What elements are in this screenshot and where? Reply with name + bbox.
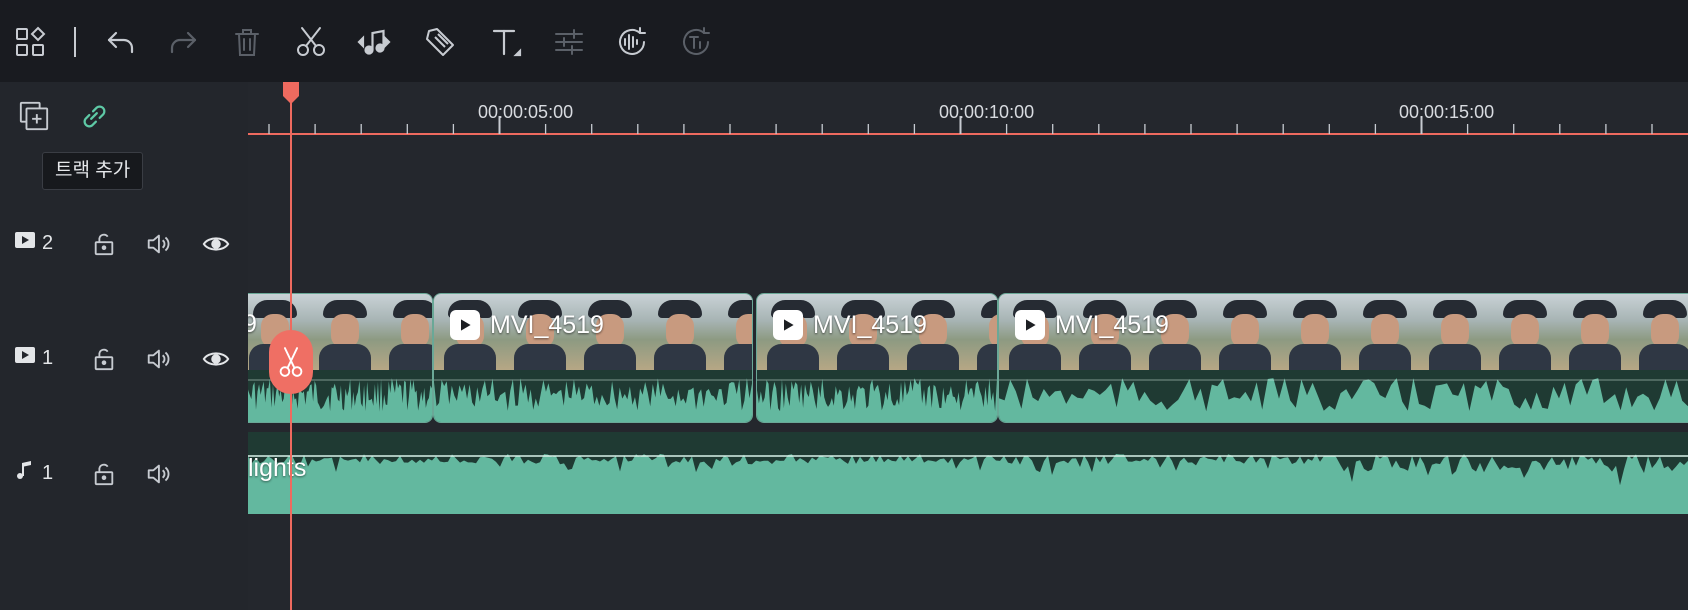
tag-marker-icon[interactable] <box>418 20 462 64</box>
speaker-icon[interactable] <box>143 459 173 489</box>
video-clip[interactable]: MVI_4519 <box>998 293 1688 423</box>
speaker-icon[interactable] <box>143 344 173 374</box>
speech-to-text-icon[interactable] <box>674 20 718 64</box>
clip-label-1: MVI_4519 <box>450 310 604 340</box>
track-row-audio-1: 1 <box>0 451 248 497</box>
clip-waveform <box>434 370 752 422</box>
audio-music-icon[interactable] <box>352 20 396 64</box>
clip-name: 9 <box>248 310 257 339</box>
lock-icon[interactable] <box>89 229 119 259</box>
clip-label-3: MVI_4519 <box>1015 310 1169 340</box>
clip-name: MVI_4519 <box>813 310 927 339</box>
track-row-video-2: 2 <box>0 221 248 267</box>
split-marker[interactable] <box>269 330 313 394</box>
grid-layout-icon[interactable] <box>8 20 52 64</box>
clip-thumbnail-frame <box>1419 294 1490 370</box>
timecode-label: 00:00:10:00 <box>939 102 1035 122</box>
undo-icon[interactable] <box>99 20 143 64</box>
audio-clip-name: lights <box>248 454 307 482</box>
clip-thumbnail-frame <box>1489 294 1560 370</box>
clip-thumbnail-frame <box>644 294 715 370</box>
audio-waveform <box>248 432 1688 514</box>
clip-thumbnail-frame <box>379 294 432 370</box>
clip-thumbnail-frame <box>1629 294 1688 370</box>
clip-thumbnail-frame <box>967 294 997 370</box>
link-icon[interactable] <box>74 96 114 136</box>
speaker-icon[interactable] <box>143 229 173 259</box>
eye-icon[interactable] <box>200 229 232 259</box>
clip-name: MVI_4519 <box>490 310 604 339</box>
audio-detect-icon[interactable] <box>610 20 654 64</box>
clip-thumbnail-frame <box>1209 294 1280 370</box>
toolbar <box>0 0 1688 83</box>
add-track-icon[interactable] <box>14 96 54 136</box>
play-icon <box>773 310 803 340</box>
track-id-video-1: 1 <box>14 344 53 372</box>
add-track-tooltip: 트랙 추가 <box>42 152 144 190</box>
audio-clip[interactable]: lights <box>248 432 1688 514</box>
clip-thumbnail-frame <box>309 294 380 370</box>
music-note-icon <box>14 459 36 487</box>
play-icon <box>1015 310 1045 340</box>
lock-icon[interactable] <box>89 344 119 374</box>
playhead-handle[interactable] <box>281 82 301 106</box>
eye-icon[interactable] <box>200 344 232 374</box>
track-number: 1 <box>42 461 54 484</box>
redo-icon[interactable] <box>161 20 205 64</box>
play-icon <box>450 310 480 340</box>
track-row-video-1: 1 <box>0 336 248 382</box>
toolbar-separator <box>74 27 76 57</box>
text-title-icon[interactable] <box>484 20 528 64</box>
adjust-sliders-icon[interactable] <box>547 20 591 64</box>
delete-icon[interactable] <box>225 20 269 64</box>
clip-thumbnail-frame <box>1349 294 1420 370</box>
lock-icon[interactable] <box>89 459 119 489</box>
clip-waveform <box>757 370 997 422</box>
track-id-video-2: 2 <box>14 229 53 257</box>
clip-label-2: MVI_4519 <box>773 310 927 340</box>
video-clip[interactable]: MVI_4519 <box>433 293 753 423</box>
timeline-area[interactable]: 00:00:05:00 00:00:10:00 00:00:15:00 9 MV… <box>248 82 1688 610</box>
time-ruler[interactable]: 00:00:05:00 00:00:10:00 00:00:15:00 <box>248 82 1688 146</box>
track-number: 2 <box>42 231 54 254</box>
timecode-label: 00:00:05:00 <box>478 102 574 122</box>
track-id-audio-1: 1 <box>14 459 53 487</box>
split-scissors-icon[interactable] <box>289 20 333 64</box>
clip-thumbnail-frame <box>714 294 752 370</box>
clip-waveform <box>999 370 1688 422</box>
video-track-icon <box>14 344 36 372</box>
clip-label-partial: 9 <box>248 310 257 339</box>
video-clip[interactable]: MVI_4519 <box>756 293 998 423</box>
clip-name: MVI_4519 <box>1055 310 1169 339</box>
track-number: 1 <box>42 346 54 369</box>
clip-thumbnail-frame <box>1559 294 1630 370</box>
clip-thumbnail-frame <box>1279 294 1350 370</box>
timecode-label: 00:00:15:00 <box>1399 102 1495 122</box>
video-track-icon <box>14 229 36 257</box>
